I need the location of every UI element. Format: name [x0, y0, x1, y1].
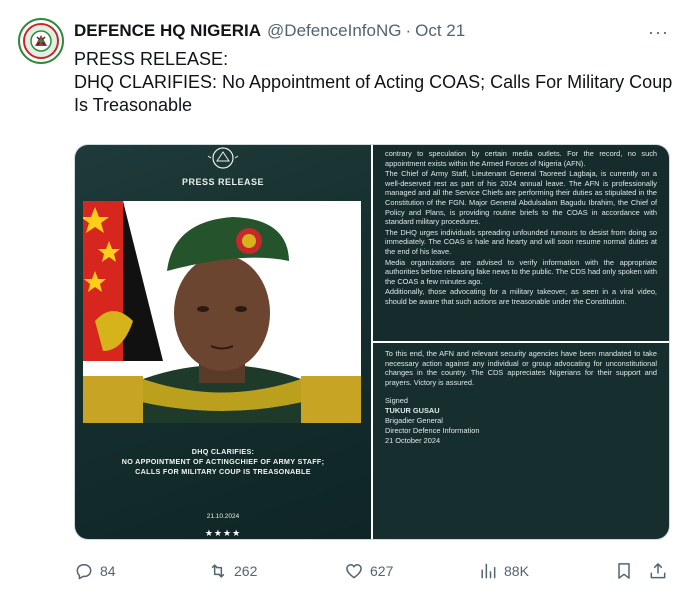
- reply-button[interactable]: 84: [74, 559, 116, 583]
- bookmark-button[interactable]: [614, 559, 634, 583]
- body-paragraph: To this end, the AFN and relevant securi…: [385, 349, 657, 387]
- press-release-image-right[interactable]: contrary to speculation by certain media…: [373, 145, 669, 539]
- author-handle[interactable]: @DefenceInfoNG: [267, 21, 401, 41]
- crest-icon: [30, 30, 52, 52]
- body-paragraph: The Chief of Army Staff, Lieutenant Gene…: [385, 169, 657, 227]
- press-release-caption: DHQ CLARIFIES: NO APPOINTMENT OF ACTINGC…: [75, 447, 371, 477]
- dhq-crest-icon: [207, 147, 239, 169]
- tweet-text-line2: DHQ CLARIFIES: No Appointment of Acting …: [74, 72, 673, 115]
- views-count: 88K: [504, 563, 529, 579]
- officer-portrait: [83, 201, 361, 423]
- repost-button[interactable]: 262: [208, 559, 257, 583]
- caption-line1: DHQ CLARIFIES:: [191, 447, 255, 456]
- reply-count: 84: [100, 563, 116, 579]
- repost-icon: [211, 564, 225, 578]
- body-paragraph: Additionally, those advocating for a mil…: [385, 287, 657, 306]
- tweet-header: DEFENCE HQ NIGERIA @DefenceInfoNG · Oct …: [74, 19, 465, 43]
- share-button[interactable]: [648, 559, 668, 583]
- caption-line3: CALLS FOR MILITARY COUP IS TREASONABLE: [135, 467, 311, 476]
- repost-count: 262: [234, 563, 258, 579]
- tweet-media[interactable]: PRESS RELEASE DHQ CLARIFIES: NO APPOINTM…: [74, 144, 670, 540]
- signer-rank: Brigadier General: [385, 416, 443, 426]
- reply-icon: [76, 564, 92, 580]
- like-button[interactable]: 627: [344, 559, 393, 583]
- body-paragraph: Media organizations are advised to verif…: [385, 257, 657, 286]
- separator-dot: ·: [405, 21, 412, 40]
- signer-title: Director Defence Information: [385, 426, 480, 436]
- like-count: 627: [370, 563, 394, 579]
- more-options-icon[interactable]: ···: [648, 22, 669, 43]
- tweet-text-line1: PRESS RELEASE:: [74, 49, 229, 69]
- tweet-actions: 84 262 627 88K: [74, 559, 670, 583]
- press-release-body-bottom: To this end, the AFN and relevant securi…: [373, 343, 669, 539]
- bookmark-icon: [618, 563, 630, 579]
- signed-date: 21 October 2024: [385, 436, 441, 446]
- press-release-header: PRESS RELEASE: [181, 177, 265, 187]
- press-release-image-left[interactable]: PRESS RELEASE DHQ CLARIFIES: NO APPOINTM…: [75, 145, 371, 539]
- defence-hq-logo: [23, 23, 59, 59]
- press-release-date: 21.10.2024: [206, 513, 240, 520]
- avatar[interactable]: [18, 18, 64, 64]
- signer-name: TUKUR GUSAU: [385, 406, 440, 416]
- tweet-text: PRESS RELEASE: DHQ CLARIFIES: No Appoint…: [74, 48, 674, 117]
- body-paragraph: contrary to speculation by certain media…: [385, 149, 657, 168]
- general-stars: ★★★★: [204, 528, 242, 538]
- author-name[interactable]: DEFENCE HQ NIGERIA: [74, 21, 261, 41]
- signed-label: Signed: [385, 396, 409, 406]
- heart-icon: [346, 564, 362, 579]
- press-release-body-top: contrary to speculation by certain media…: [373, 145, 669, 341]
- share-icon: [650, 563, 666, 579]
- body-paragraph: The DHQ urges individuals spreading unfo…: [385, 227, 657, 256]
- tweet-date[interactable]: Oct 21: [415, 21, 465, 41]
- caption-line2: NO APPOINTMENT OF ACTINGCHIEF OF ARMY ST…: [121, 457, 325, 466]
- views-icon: [481, 563, 496, 579]
- views-button[interactable]: 88K: [478, 559, 529, 583]
